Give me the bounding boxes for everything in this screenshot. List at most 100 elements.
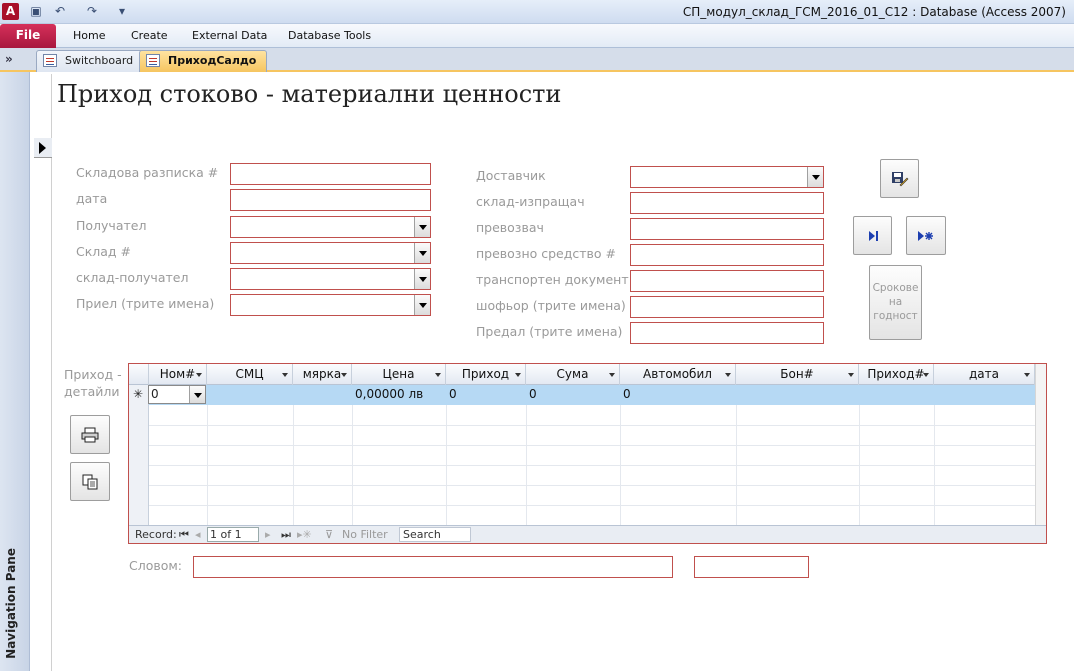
undo-icon[interactable]: ↶ <box>52 3 68 20</box>
next-record-icon <box>868 231 878 241</box>
tab-home[interactable]: Home <box>73 29 105 42</box>
navigation-pane[interactable]: Navigation Pane <box>0 72 30 671</box>
recipient-label: Получател <box>76 218 147 233</box>
row-selector-column[interactable]: ✳ <box>129 385 149 525</box>
transport-document-label: транспортен документ <box>476 272 629 287</box>
receipt-number-label: Складова разписка # <box>76 165 219 180</box>
grid-line <box>293 405 294 525</box>
nom-combo-cell[interactable]: 0 <box>148 385 206 404</box>
grid-line <box>526 405 527 525</box>
ribbon: File Home Create External Data Database … <box>0 24 1074 48</box>
chevron-down-icon[interactable] <box>189 386 205 403</box>
current-record-box[interactable]: 1 of 1 <box>207 527 259 542</box>
doc-tab-prihodsaldo[interactable]: ПриходСалдо <box>139 50 268 72</box>
record-selector[interactable] <box>34 74 52 671</box>
date-label: дата <box>76 191 108 206</box>
in-words-extra-field[interactable] <box>694 556 809 578</box>
new-record-button[interactable] <box>906 216 946 255</box>
receiving-warehouse-combo[interactable] <box>230 268 431 290</box>
warehouse-number-combo[interactable] <box>230 242 431 264</box>
col-header-unit[interactable]: мярка <box>293 364 352 385</box>
chevron-down-icon[interactable] <box>414 243 430 263</box>
tab-external-data[interactable]: External Data <box>192 29 267 42</box>
next-record-button[interactable] <box>853 216 892 255</box>
tab-database-tools[interactable]: Database Tools <box>288 29 371 42</box>
first-record-icon[interactable]: ⏮ <box>179 528 189 542</box>
carrier-field[interactable] <box>630 218 824 240</box>
col-header-price[interactable]: Цена <box>352 364 446 385</box>
nom-value: 0 <box>151 387 159 401</box>
cell-smc[interactable] <box>227 385 293 405</box>
cell-sum[interactable]: 0 <box>526 385 620 405</box>
vertical-scrollbar[interactable] <box>1035 364 1046 525</box>
grid-line <box>620 405 621 525</box>
details-subform[interactable]: Ном# СМЦ мярка Цена Приход Сума Автомоби… <box>128 363 1047 544</box>
in-words-field[interactable] <box>193 556 673 578</box>
recipient-combo[interactable] <box>230 216 431 238</box>
cell-date[interactable] <box>934 385 1035 405</box>
last-record-icon[interactable]: ⏭ <box>281 528 291 542</box>
save-edit-button[interactable] <box>880 159 919 198</box>
document-tabs-bar: » Switchboard ПриходСалдо <box>0 48 1074 72</box>
copy-button[interactable] <box>70 462 110 501</box>
doc-tab-switchboard[interactable]: Switchboard <box>36 50 145 72</box>
access-logo-icon: A <box>2 3 19 20</box>
print-button[interactable] <box>70 415 110 454</box>
record-navigation-bar: Record: ⏮ ◂ 1 of 1 ▸ ⏭ ▸✳ ⊽ No Filter Se… <box>129 525 1046 543</box>
col-header-nom[interactable]: Ном# <box>149 364 207 385</box>
in-words-label: Словом: <box>129 558 183 573</box>
grid-line <box>149 465 1035 466</box>
filter-icon[interactable]: ⊽ <box>325 528 333 541</box>
cell-income[interactable]: 0 <box>446 385 526 405</box>
customize-toolbar-icon[interactable]: ▾ <box>114 3 130 20</box>
form-icon <box>146 54 160 67</box>
supplier-label: Доставчик <box>476 168 546 183</box>
col-header-smc[interactable]: СМЦ <box>207 364 293 385</box>
handed-by-field[interactable] <box>630 322 824 344</box>
supplier-combo[interactable] <box>630 166 824 188</box>
receipt-number-field[interactable] <box>230 163 431 185</box>
sending-warehouse-field[interactable] <box>630 192 824 214</box>
chevron-down-icon[interactable] <box>414 295 430 315</box>
select-all-corner[interactable] <box>129 364 149 385</box>
chevron-down-icon[interactable] <box>807 167 823 187</box>
save-icon[interactable]: ▣ <box>28 3 44 20</box>
date-field[interactable] <box>230 189 431 211</box>
cell-vehicle[interactable]: 0 <box>620 385 736 405</box>
next-record-nav-icon[interactable]: ▸ <box>265 528 271 541</box>
col-header-voucher[interactable]: Бон# <box>736 364 859 385</box>
previous-record-icon[interactable]: ◂ <box>195 528 201 541</box>
expiry-dates-button[interactable]: Срокове на годност <box>869 265 922 340</box>
no-filter-label[interactable]: No Filter <box>342 528 388 541</box>
col-header-sum[interactable]: Сума <box>526 364 620 385</box>
col-header-income[interactable]: Приход <box>446 364 526 385</box>
sending-warehouse-label: склад-изпращач <box>476 194 585 209</box>
datasheet-header: Ном# СМЦ мярка Цена Приход Сума Автомоби… <box>129 364 1035 385</box>
grid-line <box>446 405 447 525</box>
chevron-down-icon[interactable] <box>414 217 430 237</box>
chevron-down-icon[interactable] <box>414 269 430 289</box>
vehicle-number-field[interactable] <box>630 244 824 266</box>
receiving-warehouse-label: склад-получател <box>76 270 189 285</box>
cell-price[interactable]: 0,00000 лв <box>352 385 446 405</box>
driver-field[interactable] <box>630 296 824 318</box>
received-by-combo[interactable] <box>230 294 431 316</box>
new-record-icon <box>918 231 933 241</box>
transport-document-field[interactable] <box>630 270 824 292</box>
redo-icon[interactable]: ↷ <box>84 3 100 20</box>
tab-create[interactable]: Create <box>131 29 168 42</box>
form-title: Приход стоково - материални ценности <box>57 80 562 108</box>
col-header-date[interactable]: дата <box>934 364 1035 385</box>
cell-voucher[interactable] <box>736 385 859 405</box>
received-by-label: Приел (трите имена) <box>76 296 215 311</box>
search-input[interactable]: Search <box>399 527 471 542</box>
col-header-income-number[interactable]: Приход# <box>859 364 934 385</box>
cell-unit[interactable] <box>293 385 352 405</box>
new-record-nav-icon[interactable]: ▸✳ <box>297 528 312 541</box>
carrier-label: превозвач <box>476 220 544 235</box>
nav-pane-toggle-icon[interactable]: » <box>5 52 13 66</box>
grid-line <box>149 445 1035 446</box>
cell-income-number[interactable] <box>859 385 934 405</box>
file-tab[interactable]: File <box>0 24 56 48</box>
col-header-vehicle[interactable]: Автомобил <box>620 364 736 385</box>
